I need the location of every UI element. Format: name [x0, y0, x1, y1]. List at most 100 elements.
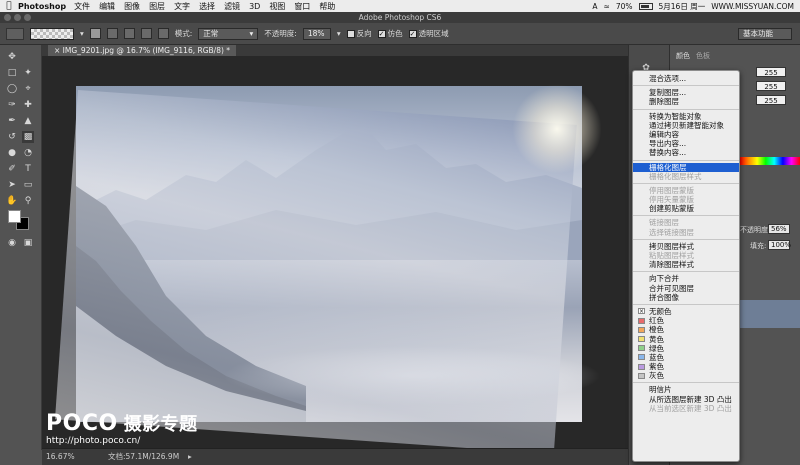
foreground-color-swatch[interactable]	[8, 210, 21, 223]
radial-gradient-button[interactable]	[106, 28, 118, 39]
context-menu-item[interactable]: 明信片	[633, 385, 739, 394]
app-menu[interactable]: Photoshop	[18, 2, 66, 11]
status-menu-arrow-icon[interactable]: ▸	[188, 449, 192, 465]
menubar-datetime[interactable]: 5月16日 周一	[659, 1, 706, 12]
blur-tool-icon[interactable]: ●	[6, 147, 18, 159]
opacity-input[interactable]: 18%	[302, 27, 331, 40]
context-menu-item[interactable]: 合并可见图层	[633, 284, 739, 293]
menu-select[interactable]: 选择	[199, 1, 215, 12]
context-menu-item[interactable]: × 无颜色	[633, 307, 739, 316]
diamond-gradient-button[interactable]	[157, 28, 169, 39]
context-menu-item[interactable]: 创建剪贴蒙版	[633, 204, 739, 213]
green-value-field[interactable]: 255	[756, 81, 786, 91]
context-menu-item-label: 无颜色	[649, 306, 672, 316]
context-menu-item[interactable]: 红色	[633, 316, 739, 325]
layers-fill-field[interactable]: 100%	[768, 240, 791, 250]
linear-gradient-button[interactable]	[89, 28, 101, 39]
context-menu-item[interactable]: 转换为智能对象	[633, 112, 739, 121]
minimize-window-button[interactable]	[14, 14, 21, 21]
dither-checkbox[interactable]: ✓ 仿色	[377, 28, 403, 39]
menu-3d[interactable]: 3D	[249, 2, 260, 11]
gradient-dropdown-icon[interactable]: ▾	[80, 29, 84, 38]
menu-file[interactable]: 文件	[74, 1, 90, 12]
dodge-tool-icon[interactable]: ◔	[22, 147, 34, 159]
document-tab-close-icon[interactable]: ×	[54, 46, 63, 55]
menu-type[interactable]: 文字	[174, 1, 190, 12]
context-menu-item[interactable]: 拷贝图层样式	[633, 242, 739, 251]
menu-view[interactable]: 视图	[269, 1, 285, 12]
reverse-checkbox[interactable]: 反向	[346, 28, 372, 39]
zoom-tool-icon[interactable]: ⚲	[22, 195, 34, 207]
brush-tool-icon[interactable]: ✒	[6, 115, 18, 127]
hand-tool-icon[interactable]: ✋	[6, 195, 18, 207]
context-menu-item[interactable]: 向下合并	[633, 274, 739, 283]
menu-filter[interactable]: 滤镜	[224, 1, 240, 12]
context-menu-item[interactable]: 蓝色	[633, 353, 739, 362]
menu-window[interactable]: 窗口	[294, 1, 310, 12]
menu-layer[interactable]: 图层	[149, 1, 165, 12]
color-spectrum-bar[interactable]	[740, 157, 800, 165]
color-panel-tab[interactable]: 颜色	[676, 51, 690, 61]
wifi-icon[interactable]: ≈	[604, 2, 610, 11]
battery-icon[interactable]	[638, 2, 653, 10]
context-menu-item[interactable]: 混合选项...	[633, 74, 739, 83]
eyedropper-icon[interactable]: ✑	[6, 99, 18, 111]
context-menu-item[interactable]: 删除图层	[633, 97, 739, 106]
marquee-tool-icon[interactable]: □	[6, 67, 18, 79]
context-menu-item[interactable]: 灰色	[633, 371, 739, 380]
menu-edit[interactable]: 编辑	[99, 1, 115, 12]
quick-mask-icon[interactable]: ◉	[6, 237, 18, 249]
clone-stamp-icon[interactable]: ▲	[22, 115, 34, 127]
context-menu-item[interactable]: 橙色	[633, 325, 739, 334]
crop-tool-icon[interactable]: ⌖	[22, 83, 34, 95]
menu-image[interactable]: 图像	[124, 1, 140, 12]
magic-wand-icon[interactable]: ✦	[22, 67, 34, 79]
context-menu-item[interactable]: 复制图层...	[633, 88, 739, 97]
context-menu-item[interactable]: 清除图层样式	[633, 260, 739, 269]
context-menu-item[interactable]: 绿色	[633, 344, 739, 353]
lasso-tool-icon[interactable]: ◯	[6, 83, 18, 95]
context-menu-item[interactable]: 通过拷贝新建智能对象	[633, 121, 739, 130]
context-menu-item-label: 紫色	[649, 362, 664, 372]
context-menu-item[interactable]: 替换内容...	[633, 148, 739, 157]
close-window-button[interactable]	[4, 14, 11, 21]
healing-brush-icon[interactable]: ✚	[22, 99, 34, 111]
reflected-gradient-button[interactable]	[140, 28, 152, 39]
gradient-preview[interactable]	[30, 27, 74, 40]
screen-mode-icon[interactable]: ▣	[22, 237, 34, 249]
document-tab[interactable]: × IMG_9201.jpg @ 16.7% (IMG_9116, RGB/8)…	[48, 45, 237, 56]
layers-opacity-field[interactable]: 56%	[768, 224, 790, 234]
context-menu-item[interactable]: 从所选图层新建 3D 凸出	[633, 395, 739, 404]
angle-gradient-button[interactable]	[123, 28, 135, 39]
move-tool-icon[interactable]: ✥	[6, 51, 18, 63]
history-brush-icon[interactable]: ↺	[6, 131, 18, 143]
swatches-panel-tab[interactable]: 色板	[696, 51, 710, 61]
context-menu-item[interactable]: 编辑内容	[633, 130, 739, 139]
blue-value-field[interactable]: 255	[756, 95, 786, 105]
document-canvas[interactable]: POCO 摄影专题 http://photo.poco.cn/	[42, 56, 628, 448]
context-menu-item[interactable]: 栅格化图层	[633, 162, 739, 172]
context-menu-item[interactable]: 导出内容...	[633, 139, 739, 148]
pen-tool-icon[interactable]: ✐	[6, 163, 18, 175]
path-selection-icon[interactable]: ➤	[6, 179, 18, 191]
type-tool-icon[interactable]: T	[22, 163, 34, 175]
apple-icon[interactable]: 	[0, 1, 18, 11]
zoom-level[interactable]: 16.67%	[46, 449, 75, 465]
menu-help[interactable]: 帮助	[319, 1, 335, 12]
red-value-field[interactable]: 255	[756, 67, 786, 77]
context-menu-item[interactable]: 拼合图像	[633, 293, 739, 302]
workspace-switcher[interactable]: 基本功能	[738, 27, 792, 40]
gradient-tool-icon[interactable]: ▩	[22, 131, 34, 143]
transparency-checkbox[interactable]: ✓ 透明区域	[408, 28, 449, 39]
tool-preset-picker[interactable]	[6, 27, 24, 40]
context-menu-item[interactable]: 紫色	[633, 362, 739, 371]
zoom-window-button[interactable]	[24, 14, 31, 21]
blend-mode-select[interactable]: 正常 ▾	[198, 27, 259, 40]
rotated-smart-object-layer[interactable]	[54, 90, 577, 448]
adobe-icon[interactable]: A	[592, 2, 597, 11]
reverse-label: 反向	[356, 29, 372, 38]
layer-row-selected[interactable]	[740, 300, 800, 328]
shape-tool-icon[interactable]: ▭	[22, 179, 34, 191]
opacity-dropdown-icon[interactable]: ▾	[337, 29, 341, 38]
context-menu-item[interactable]: 黄色	[633, 335, 739, 344]
